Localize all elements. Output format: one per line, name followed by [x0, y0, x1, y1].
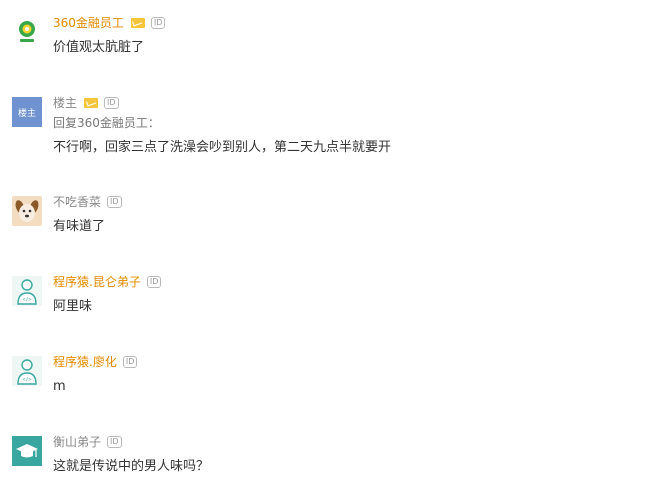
- comment-text: 价值观太肮脏了: [53, 40, 145, 55]
- 360-logo-icon: [19, 21, 35, 42]
- comment-header: 楼主 ID: [53, 95, 119, 111]
- verified-badge-icon: [130, 18, 145, 28]
- graduation-cap-icon: [16, 444, 38, 458]
- username[interactable]: 360金融员工: [53, 15, 124, 31]
- id-badge: ID: [122, 356, 138, 368]
- coder-avatar-icon: </>: [17, 359, 37, 385]
- reply-to-label: 回复360金融员工：: [53, 116, 160, 130]
- username[interactable]: 衡山弟子: [53, 434, 101, 450]
- avatar[interactable]: 楼主: [12, 97, 42, 127]
- id-badge: ID: [146, 276, 162, 288]
- avatar[interactable]: </>: [12, 356, 42, 386]
- id-badge: ID: [107, 196, 122, 208]
- comment-text: 这就是传说中的男人味吗？: [53, 459, 210, 474]
- avatar[interactable]: [12, 17, 42, 47]
- coder-avatar-icon: </>: [17, 279, 37, 305]
- comment-header: 360金融员工 ID: [53, 15, 166, 31]
- svg-text:</>: </>: [22, 377, 31, 383]
- avatar[interactable]: [12, 196, 42, 226]
- svg-text:</>: </>: [22, 297, 31, 303]
- comment-text: m: [53, 379, 66, 394]
- avatar-text: 楼主: [17, 108, 36, 119]
- username[interactable]: 不吃香菜: [53, 194, 101, 210]
- comment-header: 程序猿.昆仑弟子 ID: [53, 274, 162, 290]
- comment-text: 不行啊，回家三点了洗澡会吵到别人，第二天九点半就要开: [53, 140, 392, 155]
- avatar[interactable]: [12, 436, 42, 466]
- comment-text: 有味道了: [53, 219, 106, 234]
- id-badge: ID: [150, 17, 166, 29]
- id-badge: ID: [107, 436, 122, 448]
- dog-face-icon: [15, 200, 39, 222]
- username[interactable]: 程序猿.昆仑弟子: [53, 274, 141, 290]
- comment-header: 衡山弟子 ID: [53, 434, 122, 450]
- comment-header: 不吃香菜 ID: [53, 194, 122, 210]
- avatar[interactable]: </>: [12, 276, 42, 306]
- id-badge: ID: [104, 97, 119, 109]
- verified-badge-icon: [84, 98, 99, 108]
- username[interactable]: 程序猿.廖化: [53, 354, 117, 370]
- comment-header: 程序猿.廖化 ID: [53, 354, 138, 370]
- comment-text: 阿里味: [53, 299, 93, 314]
- username[interactable]: 楼主: [53, 95, 77, 111]
